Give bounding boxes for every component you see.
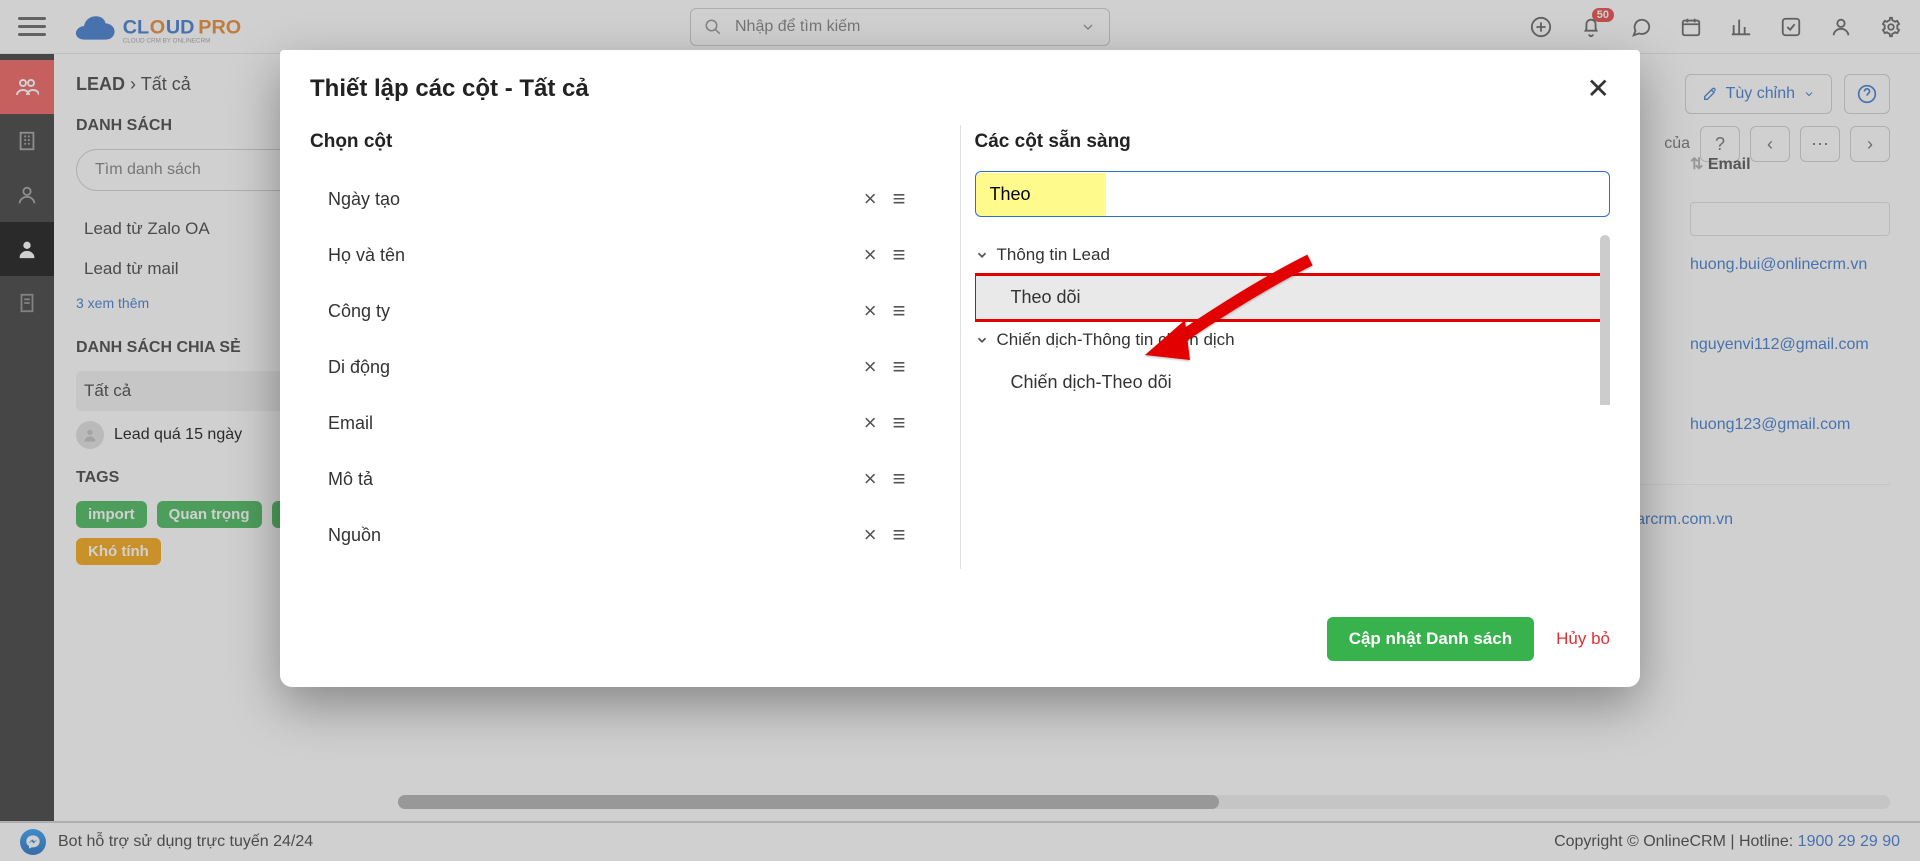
drag-icon[interactable]: ≡: [893, 298, 906, 324]
scrollbar[interactable]: [1600, 235, 1610, 405]
available-column-theo-doi[interactable]: Theo dõi: [975, 275, 1611, 320]
column-group[interactable]: Chiến dịch-Thông tin chiến dịch: [975, 320, 1611, 360]
column-settings-modal: Thiết lập các cột - Tất cả ✕ Chọn cột Ng…: [280, 50, 1640, 687]
selected-columns: Ngày tạo×≡ Họ và tên×≡ Công ty×≡ Di động…: [310, 171, 946, 563]
drag-icon[interactable]: ≡: [893, 410, 906, 436]
selected-columns-label: Chọn cột: [310, 131, 946, 153]
divider: [960, 125, 961, 569]
drag-icon[interactable]: ≡: [893, 466, 906, 492]
available-columns: Thông tin Lead Theo dõi Chiến dịch-Thông…: [975, 235, 1611, 405]
modal-title: Thiết lập các cột - Tất cả: [310, 75, 589, 103]
column-item[interactable]: Họ và tên×≡: [310, 227, 946, 283]
column-item[interactable]: Mô tả×≡: [310, 451, 946, 507]
column-item[interactable]: Công ty×≡: [310, 283, 946, 339]
cancel-button[interactable]: Hủy bỏ: [1556, 629, 1610, 649]
drag-icon[interactable]: ≡: [893, 522, 906, 548]
close-icon[interactable]: ✕: [1587, 72, 1610, 105]
column-item[interactable]: Ngày tạo×≡: [310, 171, 946, 227]
available-columns-label: Các cột sẵn sàng: [975, 131, 1611, 153]
remove-icon[interactable]: ×: [864, 354, 877, 380]
drag-icon[interactable]: ≡: [893, 354, 906, 380]
remove-icon[interactable]: ×: [864, 242, 877, 268]
save-button[interactable]: Cập nhật Danh sách: [1327, 617, 1534, 661]
drag-icon[interactable]: ≡: [893, 186, 906, 212]
column-item[interactable]: Nguồn×≡: [310, 507, 946, 563]
remove-icon[interactable]: ×: [864, 466, 877, 492]
column-item[interactable]: Di động×≡: [310, 339, 946, 395]
column-item[interactable]: Email×≡: [310, 395, 946, 451]
drag-icon[interactable]: ≡: [893, 242, 906, 268]
remove-icon[interactable]: ×: [864, 410, 877, 436]
remove-icon[interactable]: ×: [864, 186, 877, 212]
column-group[interactable]: Thông tin Lead: [975, 235, 1611, 275]
available-search-input[interactable]: [975, 171, 1611, 217]
remove-icon[interactable]: ×: [864, 522, 877, 548]
available-column[interactable]: Chiến dịch-Theo dõi: [975, 360, 1611, 405]
remove-icon[interactable]: ×: [864, 298, 877, 324]
